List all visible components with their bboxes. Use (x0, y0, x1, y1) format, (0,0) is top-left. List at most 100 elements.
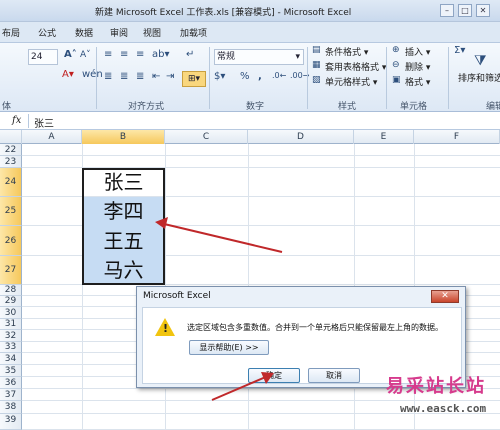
percent-icon[interactable]: % (240, 71, 250, 82)
group-label-alignment: 对齐方式 (128, 102, 165, 112)
tab-formulas[interactable]: 公式 (38, 26, 56, 39)
dialog-message: 选定区域包含多重数值。合并到一个单元格后只能保留最左上角的数据。 (187, 323, 443, 332)
help-button[interactable]: 显示帮助(E) >> (189, 340, 269, 355)
tab-addins[interactable]: 加载项 (180, 26, 207, 39)
grid-row (22, 144, 500, 156)
window-title: 新建 Microsoft Excel 工作表.xls [兼容模式] - Micr… (95, 8, 352, 18)
watermark-title: 易采站长站 (386, 376, 486, 397)
group-separator (96, 47, 97, 109)
row-header[interactable]: 28 (0, 285, 22, 296)
row-header[interactable]: 30 (0, 307, 22, 319)
conditional-format-icon: ▤ (312, 45, 321, 55)
row-header[interactable]: 31 (0, 319, 22, 330)
conditional-format-button[interactable]: 条件格式 ▾ (325, 45, 368, 58)
ribbon-tabs: 布局 公式 数据 审阅 视图 加载项 (0, 22, 500, 42)
currency-icon[interactable]: $▾ (214, 71, 225, 82)
ok-button[interactable]: 确定 (248, 368, 300, 383)
merge-center-button[interactable]: ⊞▾ (182, 71, 206, 87)
row-header[interactable]: 29 (0, 296, 22, 307)
row-header[interactable]: 38 (0, 401, 22, 414)
merge-icon: ⊞▾ (187, 74, 201, 84)
align-top-icon[interactable]: ≡ (104, 49, 112, 60)
row-header[interactable]: 35 (0, 365, 22, 377)
row-header[interactable]: 37 (0, 389, 22, 401)
cancel-button[interactable]: 取消 (308, 368, 360, 383)
tab-review[interactable]: 审阅 (110, 26, 128, 39)
group-label-styles: 样式 (338, 102, 357, 112)
column-header-a[interactable]: A (22, 130, 82, 144)
tab-view[interactable]: 视图 (143, 26, 161, 39)
tab-data[interactable]: 数据 (75, 26, 93, 39)
number-format-value: 常规 (217, 52, 236, 62)
group-separator (386, 47, 387, 109)
row-header[interactable]: 32 (0, 330, 22, 342)
cell-styles-icon: ▧ (312, 75, 321, 85)
column-header-e[interactable]: E (354, 130, 414, 144)
row-header[interactable]: 24 (0, 168, 22, 197)
group-separator (307, 47, 308, 109)
phonetic-icon[interactable]: wén (82, 69, 103, 80)
watermark-url: www.easck.com (400, 402, 487, 415)
sort-filter-icon[interactable]: ⧩ (474, 53, 487, 69)
chevron-down-icon: ▾ (295, 52, 300, 62)
group-label-number: 数字 (246, 102, 265, 112)
grid-row (22, 156, 500, 168)
increase-indent-icon[interactable]: ⇥ (166, 71, 174, 82)
decrease-indent-icon[interactable]: ⇤ (152, 71, 160, 82)
number-format-select[interactable]: 常规 ▾ (214, 49, 304, 65)
row-header[interactable]: 34 (0, 353, 22, 365)
column-header-b[interactable]: B (82, 130, 165, 144)
close-window-button[interactable]: ✕ (476, 4, 490, 17)
site-watermark: 易采站长站 www.easck.com (380, 372, 500, 430)
formula-input[interactable]: 张三 (34, 115, 54, 130)
insert-button[interactable]: 插入 ▾ (405, 45, 430, 58)
font-size-select[interactable]: 24 (28, 49, 58, 65)
row-header[interactable]: 23 (0, 156, 22, 168)
minimize-button[interactable]: – (440, 4, 454, 17)
formula-separator (28, 114, 29, 128)
close-icon: ✕ (441, 291, 449, 301)
row-header[interactable]: 27 (0, 256, 22, 285)
align-left-icon[interactable]: ≣ (104, 71, 112, 82)
delete-button[interactable]: 删除 ▾ (405, 60, 430, 73)
column-header-c[interactable]: C (165, 130, 248, 144)
format-button[interactable]: 格式 ▾ (405, 75, 430, 88)
font-color-icon[interactable]: A▾ (62, 69, 74, 80)
group-separator (209, 47, 210, 109)
dialog-title: Microsoft Excel (143, 291, 211, 301)
row-header[interactable]: 26 (0, 226, 22, 256)
align-center-icon[interactable]: ≣ (120, 71, 128, 82)
format-as-table-button[interactable]: 套用表格格式 ▾ (325, 60, 386, 73)
row-header[interactable]: 25 (0, 197, 22, 226)
align-middle-icon[interactable]: ≡ (120, 49, 128, 60)
group-separator (448, 47, 449, 109)
align-right-icon[interactable]: ≣ (136, 71, 144, 82)
selection-border (82, 168, 165, 285)
tab-layout[interactable]: 布局 (2, 26, 20, 39)
function-icon[interactable]: fx (12, 115, 21, 126)
grow-font-icon[interactable]: A˄ (64, 49, 77, 60)
dialog-close-button[interactable]: ✕ (431, 290, 459, 303)
cell-styles-button[interactable]: 单元格样式 ▾ (325, 75, 377, 88)
group-label-cells: 单元格 (400, 102, 428, 112)
delete-icon: ⊖ (392, 60, 400, 70)
row-header[interactable]: 36 (0, 377, 22, 389)
autosum-icon[interactable]: Σ▾ (454, 45, 465, 56)
column-header-d[interactable]: D (248, 130, 354, 144)
align-bottom-icon[interactable]: ≡ (136, 49, 144, 60)
format-icon: ▣ (392, 75, 401, 85)
row-header[interactable]: 33 (0, 342, 22, 353)
shrink-font-icon[interactable]: A˅ (80, 50, 91, 60)
row-header[interactable]: 22 (0, 144, 22, 156)
column-header-f[interactable]: F (414, 130, 500, 144)
column-headers: A B C D E F (0, 130, 500, 144)
maximize-button[interactable]: □ (458, 4, 472, 17)
comma-icon[interactable]: , (258, 71, 262, 82)
sort-filter-button[interactable]: 排序和筛选 (458, 71, 500, 84)
select-all-corner[interactable] (0, 130, 22, 144)
group-label-edit: 编辑 (486, 102, 500, 112)
row-header[interactable]: 39 (0, 414, 22, 430)
wrap-text-icon[interactable]: ↵ (186, 49, 194, 60)
increase-decimal-icon[interactable]: .0← (272, 71, 286, 80)
orientation-icon[interactable]: ab▾ (152, 49, 170, 60)
